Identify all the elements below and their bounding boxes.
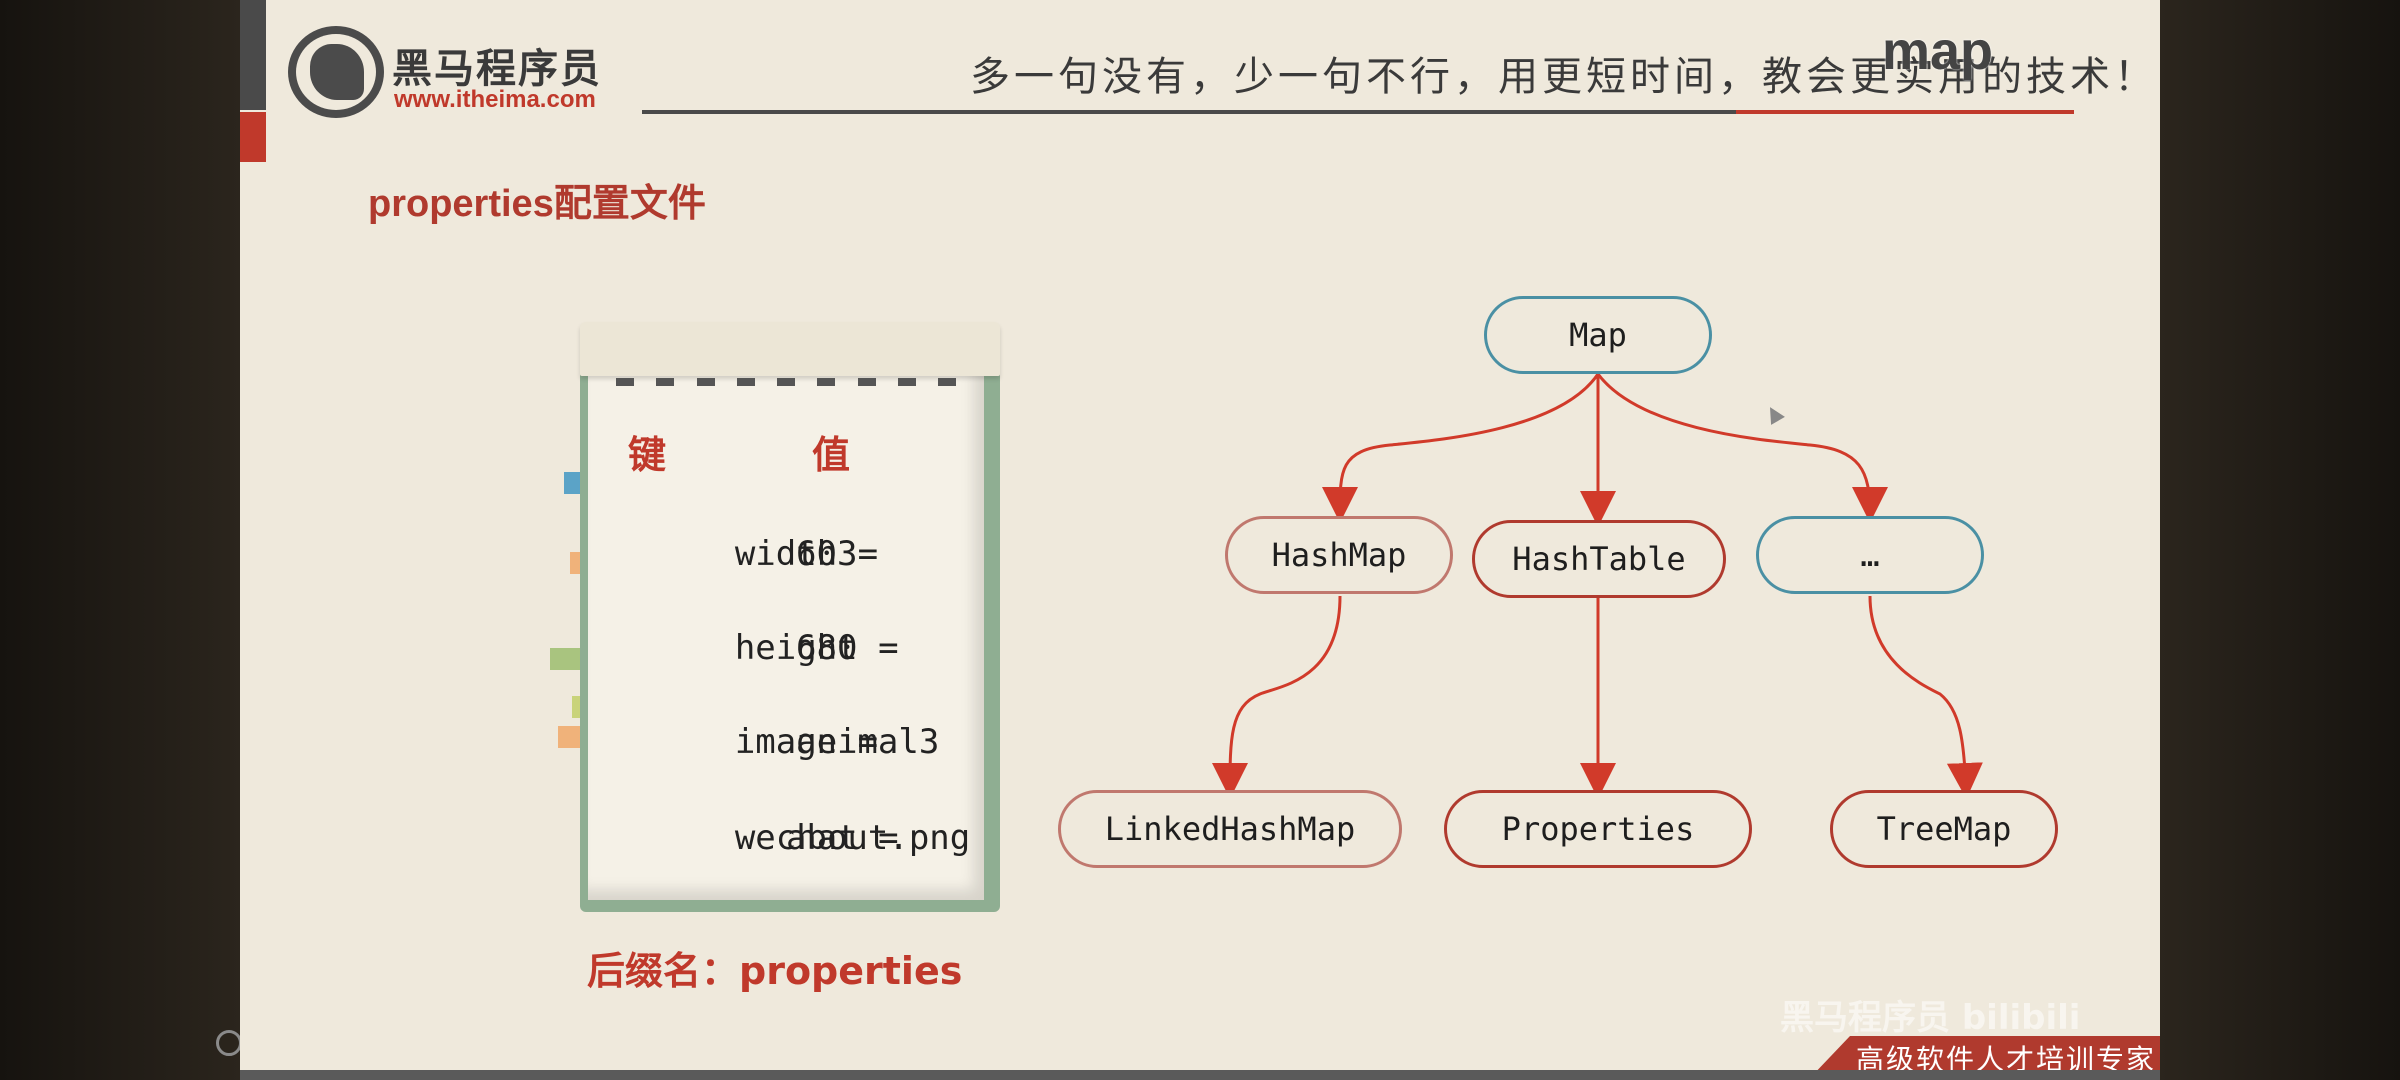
arrow-ellipsis-to-treemap	[1868, 595, 1983, 799]
bilibili-watermark: 黑马程序员 bilibili	[1780, 998, 2081, 1038]
node-properties: Properties	[1444, 790, 1752, 868]
footer-tagline: 高级软件人才培训专家	[1855, 1043, 2156, 1070]
arrow-map-to-hashmap	[1322, 373, 1600, 523]
node-ellipsis: …	[1756, 516, 1984, 594]
node-hashtable: HashTable	[1472, 520, 1726, 598]
arrow-hashmap-to-linkedhashmap	[1212, 595, 1342, 799]
arrow-map-to-ellipsis	[1596, 373, 1888, 523]
slide-bottom-rule	[240, 1070, 2160, 1080]
node-treemap: TreeMap	[1830, 790, 2058, 868]
node-map: Map	[1484, 296, 1712, 374]
node-hashmap: HashMap	[1225, 516, 1453, 594]
search-icon[interactable]	[216, 1030, 242, 1056]
video-letterbox-left	[0, 0, 240, 1080]
video-letterbox-right	[2160, 0, 2400, 1080]
node-linkedhashmap: LinkedHashMap	[1058, 790, 1402, 868]
presentation-slide: 黑马程序员 www.itheima.com 多一句没有，少一句不行，用更短时间，…	[240, 0, 2160, 1070]
